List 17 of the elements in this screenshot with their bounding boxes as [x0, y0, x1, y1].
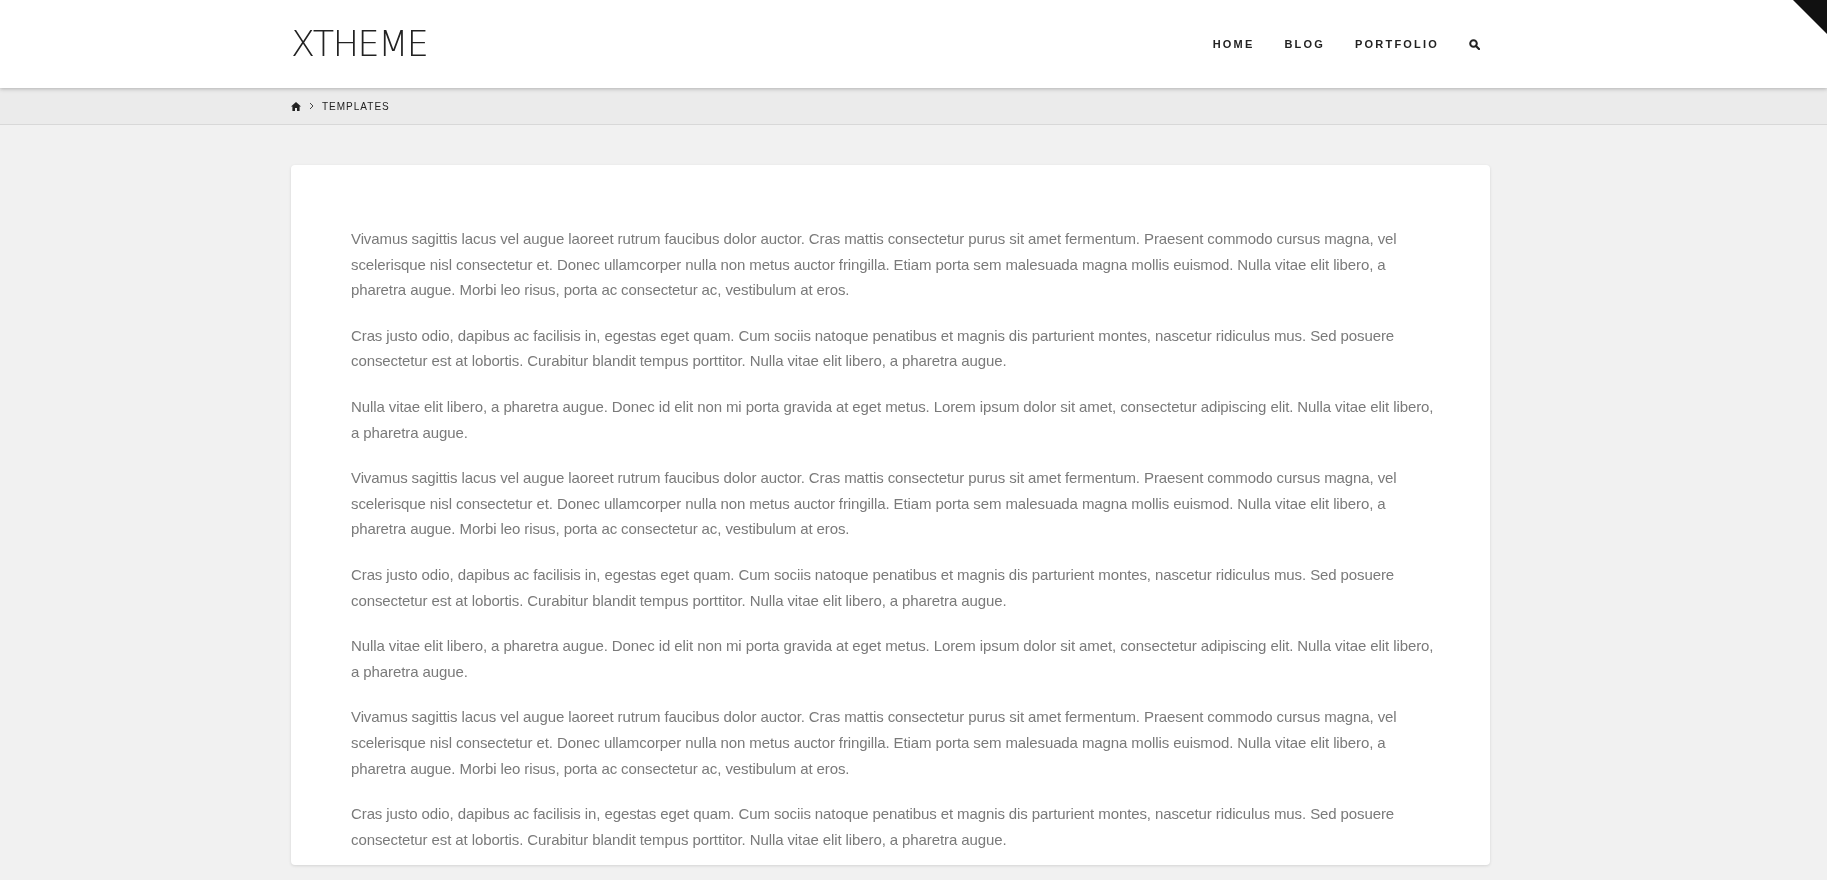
- paragraph: Cras justo odio, dapibus ac facilisis in, egestas eget quam. Cum sociis natoque penatibus et magnis dis parturient montes, nascetur ridiculus mus. Sed posuere consectetur est at lobortis. Curabitur blandit tempus porttitor. Nulla vitae elit libero, a pharetra augue.: [351, 804, 1396, 850]
- paragraph: Nulla vitae elit libero, a pharetra augue. Donec id elit non mi porta gravida at eget metus. Lorem ipsum dolor sit amet, consectetur adipiscing elit. Nulla vitae elit libero, a pharetra augue.: [351, 396, 1434, 443]
- chevron-icon: [309, 102, 314, 110]
- home-icon[interactable]: [291, 101, 301, 111]
- paragraph: Vivamus sagittis lacus vel augue laoreet rutrum faucibus dolor auctor. Cras mattis consectetur purus sit amet fermentum. Praesent commodo cursus magna, vel scelerisque nisl consectetur et. Donec ullamcorper nulla non metus auctor fringilla. Etiam porta sem malesuada magna mollis euismod. Nulla vitae elit libero, a pharetra augue. Morbi leo risus, porta ac consectetur ac, vestibulum at eros.: [351, 468, 1398, 540]
- search-icon[interactable]: [1469, 38, 1480, 50]
- nav-link[interactable]: PORTFOLIO: [1355, 38, 1439, 50]
- nav-link[interactable]: BLOG: [1284, 38, 1326, 50]
- site-logo[interactable]: XTHEME: [291, 24, 428, 64]
- paragraph: Vivamus sagittis lacus vel augue laoreet rutrum faucibus dolor auctor. Cras mattis consectetur purus sit amet fermentum. Praesent commodo cursus magna, vel scelerisque nisl consectetur et. Donec ullamcorper nulla non metus auctor fringilla. Etiam porta sem malesuada magna mollis euismod. Nulla vitae elit libero, a pharetra augue. Morbi leo risus, porta ac consectetur ac, vestibulum at eros.: [351, 707, 1398, 779]
- paragraph: Cras justo odio, dapibus ac facilisis in, egestas eget quam. Cum sociis natoque penatibus et magnis dis parturient montes, nascetur ridiculus mus. Sed posuere consectetur est at lobortis. Curabitur blandit tempus porttitor. Nulla vitae elit libero, a pharetra augue.: [351, 564, 1396, 611]
- breadcrumb-current: TEMPLATES: [322, 100, 390, 112]
- nav-link[interactable]: HOME: [1212, 38, 1255, 50]
- paragraph: Vivamus sagittis lacus vel augue laoreet rutrum faucibus dolor auctor. Cras mattis consectetur purus sit amet fermentum. Praesent commodo cursus magna, vel scelerisque nisl consectetur et. Donec ullamcorper nulla non metus auctor fringilla. Etiam porta sem malesuada magna mollis euismod. Nulla vitae elit libero, a pharetra augue. Morbi leo risus, porta ac consectetur ac, vestibulum at eros.: [351, 229, 1398, 301]
- paragraph: Cras justo odio, dapibus ac facilisis in, egestas eget quam. Cum sociis natoque penatibus et magnis dis parturient montes, nascetur ridiculus mus. Sed posuere consectetur est at lobortis. Curabitur blandit tempus porttitor. Nulla vitae elit libero, a pharetra augue.: [351, 325, 1396, 372]
- paragraph: Nulla vitae elit libero, a pharetra augue. Donec id elit non mi porta gravida at eget metus. Lorem ipsum dolor sit amet, consectetur adipiscing elit. Nulla vitae elit libero, a pharetra augue.: [351, 636, 1434, 682]
- corner-triangle: [1793, 0, 1827, 34]
